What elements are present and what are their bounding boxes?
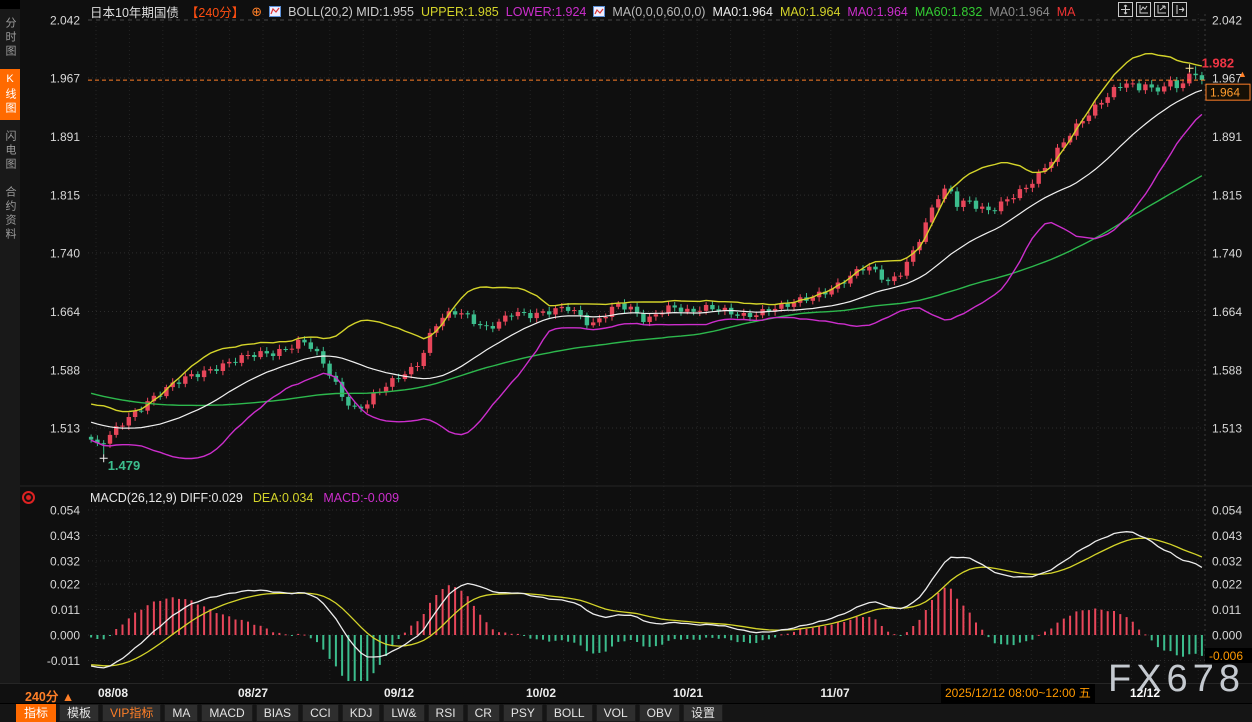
macd-axis-label-right: 0.032 [1212, 554, 1242, 568]
price-axis-label-left: 1.967 [50, 71, 80, 85]
toolbar-button-CR[interactable]: CR [467, 704, 500, 722]
sidebar-item-3[interactable]: 闪电图 [0, 126, 20, 176]
indicator-toolbar: 指标模板VIP指标MAMACDBIASCCIKDJLW&RSICRPSYBOLL… [0, 703, 1252, 722]
sidebar-item-1[interactable]: 分时图 [0, 13, 20, 63]
ma-values: MA0:1.964 MA0:1.964 MA0:1.964 MA60:1.832 MA0… [712, 5, 1075, 19]
price-axis-label-right: 2.042 [1212, 14, 1242, 28]
toolbar-button-PSY[interactable]: PSY [503, 704, 543, 722]
price-axis-label-left: 1.588 [50, 364, 80, 378]
price-axis-label-right: 1.815 [1212, 189, 1242, 203]
macd-axis-label-right: 0.022 [1212, 578, 1242, 592]
toolbar-button-CCI[interactable]: CCI [302, 704, 339, 722]
ma-value-5: MA0:1.964 [989, 5, 1049, 19]
toolbar-button-RSI[interactable]: RSI [428, 704, 464, 722]
x-axis-row: 240分 ▲ 2025/12/12 08:00~12:00 五 12/12 08… [0, 683, 1252, 704]
boll-lower-value: LOWER:1.924 [506, 5, 587, 19]
macd-axis-label-left: 0.032 [50, 554, 80, 568]
sidebar-notch [0, 0, 20, 9]
chart-header: 日本10年期国债 【240分】 ⊕ BOLL(20,2) MID:1.955 U… [90, 2, 1076, 21]
low-price-label: 1.479 [108, 458, 141, 473]
price-axis-label-left: 1.664 [50, 305, 80, 319]
macd-axis-label-left: 0.043 [50, 529, 80, 543]
x-tick-label: 09/12 [384, 686, 414, 700]
toolbar-button-BOLL[interactable]: BOLL [546, 704, 593, 722]
ma-value-1: MA0:1.964 [712, 5, 772, 19]
price-axis-label-right: 1.588 [1212, 364, 1242, 378]
boll-values: BOLL(20,2) MID:1.955 [288, 5, 414, 19]
toolbar-button-MACD[interactable]: MACD [201, 704, 252, 722]
sidebar: 分时图 K线图闪电图合约资料 [0, 0, 20, 683]
period-label: 【240分】 [186, 2, 244, 21]
boll-indicator-icon [269, 6, 281, 17]
toolbar-button-LW&[interactable]: LW& [383, 704, 424, 722]
high-price-label: 1.982 [1202, 55, 1235, 70]
macd-axis-label-left: 0.054 [50, 504, 80, 518]
toolbar-button-VIP指标[interactable]: VIP指标 [102, 704, 161, 722]
macd-dea-value: DEA:0.034 [253, 491, 313, 505]
x-tick-label: 11/07 [820, 686, 849, 700]
x-tick-label: 10/21 [673, 686, 703, 700]
ma-value-4: MA60:1.832 [915, 5, 982, 19]
toolbar-button-KDJ[interactable]: KDJ [342, 704, 381, 722]
price-axis-label-right: 1.664 [1212, 305, 1242, 319]
zoom-in-chart-icon[interactable] [1136, 2, 1151, 17]
toolbar-button-OBV[interactable]: OBV [639, 704, 680, 722]
macd-header: MACD(26,12,9) DIFF:0.029 DEA:0.034 MACD:… [90, 491, 399, 505]
price-axis-label-left: 1.740 [50, 246, 80, 260]
pan-crosshair-icon[interactable] [1118, 2, 1133, 17]
ma-value-6: MA [1057, 5, 1076, 19]
chart-background [20, 0, 1252, 683]
toolbar-button-MA[interactable]: MA [164, 704, 198, 722]
macd-axis-label-right: 0.011 [1212, 603, 1241, 617]
price-axis-label-right: 1.891 [1212, 130, 1242, 144]
price-axis-label-left: 2.042 [50, 14, 80, 28]
price-axis-label-left: 1.891 [50, 130, 80, 144]
boll-upper-value: UPPER:1.985 [421, 5, 499, 19]
bar-datetime-tooltip: 2025/12/12 08:00~12:00 五 [941, 684, 1095, 703]
chart-toolbar-icons [1118, 2, 1187, 17]
zoom-out-chart-icon[interactable] [1154, 2, 1169, 17]
symbol-title: 日本10年期国债 [90, 2, 179, 21]
x-tick-label: 10/02 [526, 686, 556, 700]
price-axis-label-right: 1.513 [1212, 422, 1242, 436]
macd-axis-label-left: 0.000 [50, 629, 80, 643]
indicator-hot-icon[interactable] [22, 491, 35, 504]
toolbar-button-模板[interactable]: 模板 [59, 704, 99, 722]
toolbar-button-设置[interactable]: 设置 [683, 704, 723, 722]
toolbar-button-VOL[interactable]: VOL [596, 704, 636, 722]
macd-macd-value: MACD:-0.009 [323, 491, 399, 505]
goto-latest-icon[interactable] [1172, 2, 1187, 17]
price-axis-label-left: 1.815 [50, 189, 80, 203]
sidebar-item-4[interactable]: 合约资料 [0, 182, 20, 246]
macd-axis-label-right: 0.043 [1212, 529, 1242, 543]
sidebar-item-2[interactable]: K线图 [0, 69, 20, 120]
ma-params: MA(0,0,0,60,0,0) [612, 5, 705, 19]
macd-axis-label-right: 0.000 [1212, 629, 1242, 643]
macd-title: MACD(26,12,9) DIFF:0.029 [90, 491, 243, 505]
x-tick-label: 08/08 [98, 686, 128, 700]
ma-indicator-icon [593, 6, 605, 17]
charting-app: 1.4791.9822.0422.0421.9671.9671.8911.891… [0, 0, 1252, 722]
scroll-latest-arrow-icon: ▲ [1238, 69, 1247, 79]
macd-axis-label-left: 0.022 [50, 578, 80, 592]
price-axis-label-left: 1.513 [50, 422, 80, 436]
last-price-value: 1.964 [1210, 86, 1240, 100]
toolbar-button-指标[interactable]: 指标 [16, 704, 56, 722]
ma-value-2: MA0:1.964 [780, 5, 840, 19]
ma-value-3: MA0:1.964 [847, 5, 907, 19]
price-axis-label-right: 1.740 [1212, 246, 1242, 260]
watermark: FX678 [1108, 658, 1245, 701]
x-tick-label: 08/27 [238, 686, 268, 700]
macd-axis-label-left: -0.011 [47, 654, 80, 668]
toolbar-button-BIAS[interactable]: BIAS [256, 704, 299, 722]
add-indicator-icon[interactable]: ⊕ [251, 4, 262, 20]
kline-chart[interactable]: 1.4791.9822.0422.0421.9671.9671.8911.891… [0, 0, 1252, 683]
macd-axis-label-left: 0.011 [51, 603, 80, 617]
macd-axis-label-right: 0.054 [1212, 504, 1242, 518]
